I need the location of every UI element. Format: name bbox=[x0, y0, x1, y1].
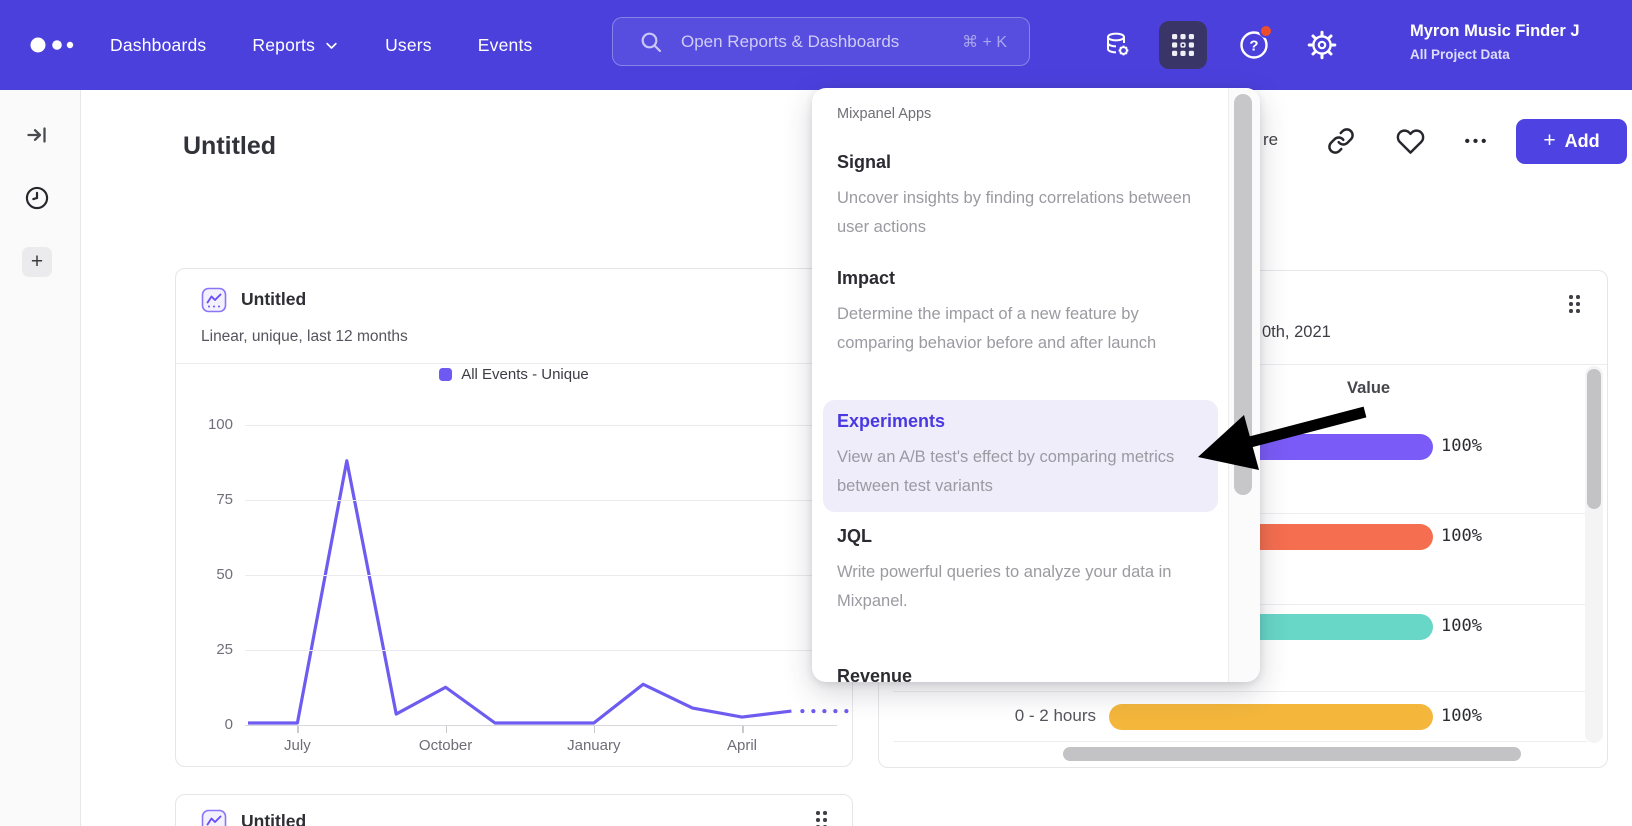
vertical-scrollbar-thumb[interactable] bbox=[1587, 369, 1601, 509]
share-button-partial[interactable]: re bbox=[1263, 130, 1278, 150]
apps-menu-header: Mixpanel Apps bbox=[837, 106, 931, 122]
insight-card-2-title[interactable]: Untitled bbox=[241, 811, 306, 826]
database-gear-icon bbox=[1101, 29, 1133, 61]
left-sidebar: + bbox=[0, 90, 81, 826]
x-axis-label: October bbox=[401, 737, 491, 754]
apps-menu-item-experiments[interactable]: Experiments bbox=[837, 411, 945, 432]
plus-icon: + bbox=[1543, 129, 1555, 153]
apps-launcher-button[interactable] bbox=[1159, 21, 1207, 69]
y-axis-label: 50 bbox=[188, 566, 233, 583]
apps-grid-icon bbox=[1169, 31, 1197, 59]
line-chart-plot: 0 25 50 75 100 July October January April bbox=[176, 269, 854, 768]
nav-link-reports[interactable]: Reports bbox=[252, 35, 339, 56]
user-menu[interactable]: Myron Music Finder J All Project Data bbox=[1410, 22, 1632, 62]
add-button[interactable]: + Add bbox=[1516, 119, 1627, 164]
apps-menu-item-revenue[interactable]: Revenue bbox=[837, 666, 912, 682]
mixpanel-logo-icon[interactable] bbox=[28, 33, 90, 57]
line-series bbox=[176, 269, 854, 768]
plus-icon: + bbox=[31, 250, 43, 274]
drag-handle-icon[interactable] bbox=[816, 811, 827, 826]
nav-link-dashboards[interactable]: Dashboards bbox=[110, 35, 206, 56]
settings-gear-icon bbox=[1306, 29, 1338, 61]
x-axis-tick bbox=[446, 726, 448, 733]
x-axis-label: January bbox=[549, 737, 639, 754]
metric-percentage: 100% bbox=[1441, 706, 1482, 726]
recent-history-button[interactable] bbox=[22, 183, 52, 213]
gridline bbox=[245, 425, 837, 426]
x-axis-label: July bbox=[252, 737, 342, 754]
menu-scrollbar-thumb[interactable] bbox=[1234, 94, 1252, 495]
search-input[interactable]: Open Reports & Dashboards ⌘ + K bbox=[612, 17, 1030, 66]
add-board-button[interactable]: + bbox=[22, 247, 52, 277]
mixpanel-app: Dashboards Reports Users Events Open Report… bbox=[0, 0, 1632, 826]
nav-link-events[interactable]: Events bbox=[478, 35, 533, 56]
apps-menu-item-desc: Write powerful queries to analyze your d… bbox=[837, 558, 1209, 616]
nav-links: Dashboards Reports Users Events bbox=[110, 0, 532, 90]
y-axis-label: 100 bbox=[188, 416, 233, 433]
x-axis-tick bbox=[297, 726, 299, 733]
gridline bbox=[245, 725, 837, 726]
drag-handle-icon[interactable] bbox=[1569, 295, 1580, 313]
clock-icon bbox=[24, 185, 50, 211]
y-axis-label: 0 bbox=[188, 716, 233, 733]
metric-percentage: 100% bbox=[1441, 526, 1482, 546]
apps-menu-item-desc: Uncover insights by finding correlations… bbox=[837, 184, 1209, 242]
y-axis-label: 25 bbox=[188, 641, 233, 658]
link-icon bbox=[1327, 127, 1355, 155]
line-chart-icon bbox=[201, 809, 227, 826]
insight-card: Untitled Linear, unique, last 12 months … bbox=[175, 268, 853, 767]
heart-icon bbox=[1396, 127, 1425, 156]
y-axis-label: 75 bbox=[188, 491, 233, 508]
data-management-button[interactable] bbox=[1093, 21, 1141, 69]
row-separator bbox=[893, 741, 1587, 742]
apps-menu-item-desc: Determine the impact of a new feature by… bbox=[837, 300, 1209, 358]
nav-link-users[interactable]: Users bbox=[385, 35, 432, 56]
settings-button[interactable] bbox=[1298, 21, 1346, 69]
x-axis-tick bbox=[742, 726, 744, 733]
search-icon bbox=[639, 30, 663, 54]
apps-dropdown-menu: Mixpanel Apps Signal Uncover insights by … bbox=[812, 88, 1260, 682]
add-button-label: Add bbox=[1565, 131, 1600, 152]
copy-link-button[interactable] bbox=[1325, 125, 1357, 157]
expand-sidebar-button[interactable] bbox=[22, 120, 52, 150]
apps-menu-item-desc: View an A/B test's effect by comparing m… bbox=[837, 443, 1209, 501]
arrow-to-bar-icon bbox=[25, 123, 49, 147]
favorite-button[interactable] bbox=[1394, 125, 1426, 157]
notification-dot bbox=[1259, 24, 1273, 38]
top-nav: Dashboards Reports Users Events Open Report… bbox=[0, 0, 1632, 90]
x-axis-tick bbox=[594, 726, 596, 733]
insight-card-2: Untitled bbox=[175, 794, 853, 826]
gridline bbox=[245, 500, 837, 501]
x-axis-label: April bbox=[697, 737, 787, 754]
vertical-scrollbar[interactable] bbox=[1585, 366, 1603, 743]
svg-text:?: ? bbox=[1249, 38, 1258, 55]
value-column-header: Value bbox=[1347, 379, 1390, 398]
metric-percentage: 100% bbox=[1441, 436, 1482, 456]
search-shortcut-hint: ⌘ + K bbox=[962, 32, 1007, 52]
apps-menu-item-jql[interactable]: JQL bbox=[837, 526, 872, 547]
row-separator bbox=[893, 691, 1587, 692]
metric-bar[interactable] bbox=[1109, 704, 1433, 730]
horizontal-scrollbar-thumb[interactable] bbox=[1063, 747, 1521, 761]
metric-percentage: 100% bbox=[1441, 616, 1482, 636]
gridline bbox=[245, 650, 837, 651]
more-options-button[interactable]: ••• bbox=[1461, 125, 1493, 157]
project-name: All Project Data bbox=[1410, 47, 1632, 62]
chevron-down-icon bbox=[324, 38, 339, 53]
apps-menu-item-impact[interactable]: Impact bbox=[837, 268, 895, 289]
metrics-date-partial: 0th, 2021 bbox=[1262, 323, 1331, 342]
search-placeholder: Open Reports & Dashboards bbox=[681, 32, 962, 52]
metric-row-label: 0 - 2 hours bbox=[916, 706, 1096, 726]
gridline bbox=[245, 575, 837, 576]
page-title: Untitled bbox=[183, 132, 276, 161]
user-name: Myron Music Finder J bbox=[1410, 22, 1632, 41]
apps-menu-item-signal[interactable]: Signal bbox=[837, 152, 891, 173]
